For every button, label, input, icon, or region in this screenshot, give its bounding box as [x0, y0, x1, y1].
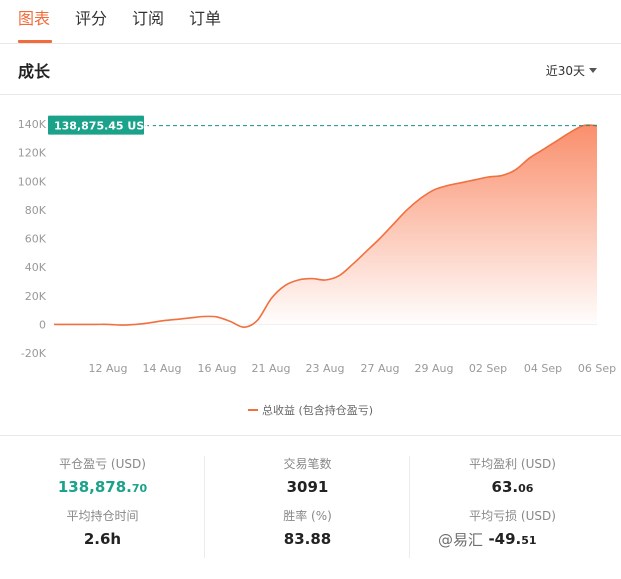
stats-column-1: 平仓盈亏 (USD) 138,878.70 平均持仓时间 2.6h	[0, 456, 205, 549]
closed-pnl-value: 138,878.70	[57, 478, 148, 496]
tab-subscribe[interactable]: 订阅	[132, 8, 164, 30]
active-tab-indicator	[18, 40, 52, 43]
trade-count-value: 3091	[286, 478, 329, 496]
x-tick-label: 27 Aug	[361, 362, 400, 375]
y-tick-label: 0	[39, 318, 46, 331]
tab-orders[interactable]: 订单	[189, 8, 221, 30]
watermark: @易汇	[438, 531, 484, 549]
period-dropdown[interactable]: 近30天	[546, 62, 597, 79]
chart-legend[interactable]: 总收益 (包含持仓盈亏)	[0, 402, 621, 418]
y-tick-label: 60K	[25, 233, 47, 246]
section-header: 成长 近30天	[0, 44, 621, 95]
trade-count-label: 交易笔数	[283, 457, 332, 471]
y-tick-label: 120K	[18, 147, 47, 160]
legend-label: 总收益 (包含持仓盈亏)	[261, 404, 374, 417]
legend-swatch	[247, 409, 258, 411]
closed-pnl-label: 平仓盈亏 (USD)	[59, 457, 146, 471]
tab-chart[interactable]: 图表	[18, 8, 50, 30]
x-tick-label: 29 Aug	[415, 362, 454, 375]
x-tick-label: 23 Aug	[306, 362, 345, 375]
avg-loss-label: 平均亏损 (USD)	[469, 509, 556, 523]
tab-bar: 图表 评分 订阅 订单	[0, 0, 621, 44]
growth-chart: 140K 120K 100K 80K 60K 40K 20K 0 -20K 12 Aug 14 A…	[0, 96, 621, 430]
avg-hold-time-value: 2.6h	[83, 530, 122, 548]
x-tick-label: 06 Sep	[578, 362, 616, 375]
y-tick-label: 20K	[25, 290, 47, 303]
y-tick-label: 140K	[18, 118, 47, 131]
avg-profit-value: 63.06	[491, 478, 534, 496]
max-value-badge: 138,875.45 USD	[48, 115, 153, 135]
win-rate-label: 胜率 (%)	[283, 509, 332, 523]
x-tick-label: 14 Aug	[143, 362, 182, 375]
max-value-label: 138,875.45 USD	[54, 120, 153, 133]
caret-down-icon	[589, 68, 597, 73]
y-tick-label: -20K	[21, 347, 47, 360]
y-axis-ticks: 140K 120K 100K 80K 60K 40K 20K 0 -20K	[18, 118, 47, 360]
avg-hold-time-label: 平均持仓时间	[66, 509, 139, 523]
growth-chart-svg: 140K 120K 100K 80K 60K 40K 20K 0 -20K 12 Aug 14 A…	[18, 115, 617, 375]
avg-profit-label: 平均盈利 (USD)	[469, 457, 556, 471]
y-tick-label: 100K	[18, 175, 47, 188]
win-rate-value: 83.88	[283, 530, 332, 548]
stats-divider	[0, 435, 621, 436]
y-tick-label: 40K	[25, 261, 47, 274]
x-tick-label: 02 Sep	[469, 362, 507, 375]
series-area	[54, 125, 597, 328]
x-tick-label: 04 Sep	[524, 362, 562, 375]
stats-column-2: 交易笔数 3091 胜率 (%) 83.88	[205, 456, 410, 549]
x-tick-label: 12 Aug	[89, 362, 128, 375]
y-tick-label: 80K	[25, 204, 47, 217]
x-tick-label: 21 Aug	[252, 362, 291, 375]
section-title: 成长	[18, 62, 51, 81]
x-axis-ticks: 12 Aug 14 Aug 16 Aug 21 Aug 23 Aug 27 Aug 29 A…	[89, 362, 617, 375]
period-label: 近30天	[545, 64, 585, 78]
x-tick-label: 16 Aug	[198, 362, 237, 375]
tab-rating[interactable]: 评分	[75, 8, 107, 30]
